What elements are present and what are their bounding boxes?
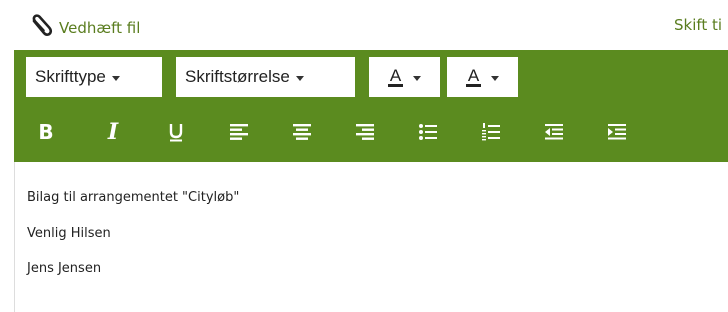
editor-line: Bilag til arrangementet "Cityløb": [27, 190, 240, 205]
editor-line: Jens Jensen: [27, 261, 102, 276]
indent-icon: [608, 124, 626, 140]
attach-file-link[interactable]: Vedhæft fil: [27, 12, 140, 44]
attach-file-label: Vedhæft fil: [59, 19, 141, 37]
bulleted-list-icon: [419, 124, 437, 140]
bulleted-list-button[interactable]: [413, 114, 443, 150]
font-family-select-label: Skrifttype: [35, 67, 106, 86]
outdent-icon: [545, 124, 563, 140]
editor-toolbar: Skrifttype Skriftstørrelse A A B I: [14, 50, 728, 162]
chevron-down-icon: [111, 75, 120, 81]
align-left-button[interactable]: [224, 114, 254, 150]
outdent-button[interactable]: [539, 114, 569, 150]
underline-button[interactable]: [161, 114, 191, 150]
align-left-icon: [230, 124, 248, 140]
align-center-button[interactable]: [287, 114, 317, 150]
chevron-down-icon: [491, 75, 500, 81]
switch-editor-link[interactable]: Skift ti: [674, 16, 722, 34]
font-size-select[interactable]: Skriftstørrelse: [176, 57, 355, 97]
numbered-list-button[interactable]: [476, 114, 506, 150]
italic-button[interactable]: I: [98, 114, 128, 150]
numbered-list-icon: [482, 123, 500, 141]
indent-button[interactable]: [602, 114, 632, 150]
chevron-down-icon: [295, 75, 304, 81]
align-center-icon: [293, 124, 311, 140]
underline-icon: [169, 124, 183, 142]
bold-button[interactable]: B: [31, 114, 61, 150]
align-right-icon: [356, 124, 374, 140]
background-color-button[interactable]: A: [447, 57, 518, 97]
background-color-icon: A: [465, 65, 482, 87]
font-size-select-label: Skriftstørrelse: [185, 67, 290, 86]
editor-line: Venlig Hilsen: [27, 226, 111, 241]
text-color-button[interactable]: A: [369, 57, 440, 97]
paperclip-icon: [27, 12, 59, 44]
chevron-down-icon: [413, 75, 422, 81]
italic-icon: I: [107, 119, 119, 145]
font-family-select[interactable]: Skrifttype: [26, 57, 162, 97]
align-right-button[interactable]: [350, 114, 380, 150]
text-color-icon: A: [387, 65, 404, 87]
bold-icon: B: [38, 120, 54, 144]
editor-content[interactable]: Bilag til arrangementet "Cityløb" Venlig…: [14, 162, 728, 312]
top-bar: Vedhæft fil Skift ti: [0, 0, 728, 50]
